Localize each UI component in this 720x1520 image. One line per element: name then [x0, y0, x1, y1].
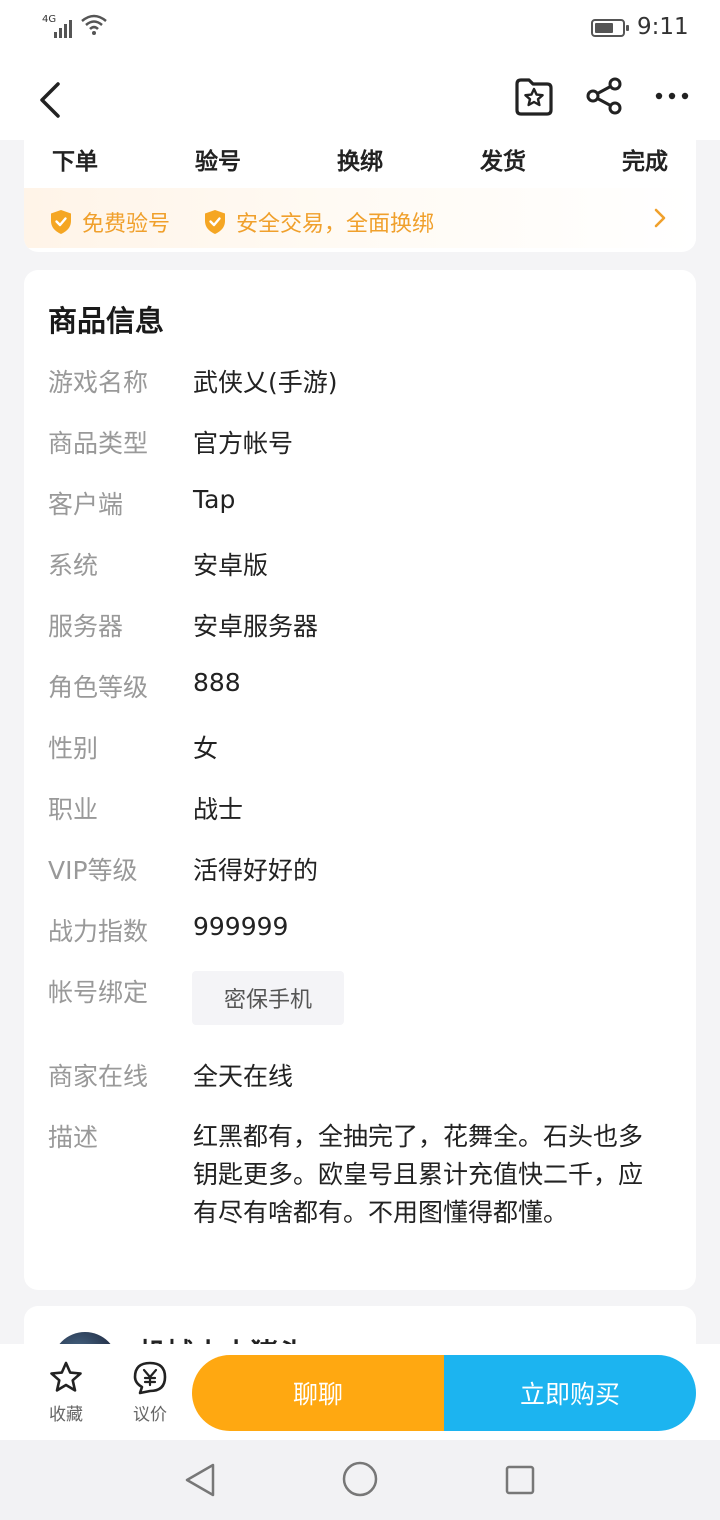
client-value: Tap	[193, 485, 236, 514]
signal-bars-icon	[54, 18, 72, 38]
vip-level-value: 活得好好的	[193, 856, 319, 885]
profession-label: 职业	[48, 795, 99, 824]
shield-check-icon	[205, 210, 225, 234]
more-dots-icon[interactable]	[652, 84, 692, 108]
profession-value: 战士	[193, 795, 244, 824]
power-index-value: 999999	[193, 912, 289, 941]
guarantee-free-verify-label: 免费验号	[82, 212, 171, 237]
system-label: 系统	[48, 551, 99, 580]
battery-icon	[591, 19, 629, 37]
product-type-value: 官方帐号	[193, 429, 294, 458]
server-value: 安卓服务器	[193, 612, 319, 641]
system-nav-bar	[0, 1440, 720, 1520]
shield-check-icon	[51, 210, 71, 234]
star-icon	[50, 1361, 82, 1392]
client-label: 客户端	[48, 490, 124, 519]
section-title: 商品信息	[48, 304, 165, 338]
chat-button[interactable]: 聊聊	[192, 1355, 444, 1431]
description-text: 红黑都有，全抽完了，花舞全。石头也多钥匙更多。欧皇号且累计充值快二千，应有尽有啥…	[193, 1122, 644, 1227]
account-binding-label: 帐号绑定	[48, 978, 149, 1007]
buy-now-button[interactable]: 立即购买	[444, 1355, 696, 1431]
bottom-action-bar: 收藏 议价 聊聊 立即购买	[0, 1344, 720, 1440]
star-folder-icon[interactable]	[512, 74, 556, 118]
vip-level-label: VIP等级	[48, 856, 138, 885]
role-level-value: 888	[193, 668, 241, 697]
merchant-online-label: 商家在线	[48, 1062, 149, 1091]
share-icon[interactable]	[584, 76, 624, 116]
guarantee-free-verify: 免费验号	[50, 206, 170, 238]
status-bar: 4G 9:11	[0, 0, 720, 56]
gender-label: 性别	[48, 734, 99, 763]
step-rebind: 换绑	[337, 149, 383, 175]
system-value: 安卓版	[193, 551, 269, 580]
process-steps: 下单 验号 换绑 发货 完成	[24, 140, 696, 186]
guarantee-banner[interactable]: 免费验号 安全交易，全面换绑	[24, 188, 696, 248]
system-recent-apps-icon[interactable]	[505, 1465, 535, 1495]
step-order: 下单	[52, 149, 98, 175]
power-index-label: 战力指数	[48, 917, 149, 946]
merchant-online-value: 全天在线	[193, 1062, 294, 1091]
server-label: 服务器	[48, 612, 124, 641]
chevron-right-icon[interactable]	[650, 206, 670, 230]
game-name-value: 武侠乂(手游)	[193, 368, 338, 397]
favorite-button[interactable]: 收藏	[36, 1360, 96, 1425]
step-complete: 完成	[622, 149, 668, 175]
system-home-icon[interactable]	[341, 1460, 379, 1498]
guarantee-safe-trade: 安全交易，全面换绑	[204, 206, 434, 238]
bargain-button[interactable]: 议价	[120, 1360, 180, 1425]
product-type-label: 商品类型	[48, 429, 149, 458]
bargain-label: 议价	[133, 1405, 167, 1425]
step-deliver: 发货	[480, 149, 526, 175]
back-chevron-icon[interactable]	[30, 78, 70, 122]
favorite-label: 收藏	[49, 1405, 83, 1425]
clock: 9:11	[637, 14, 689, 40]
gender-value: 女	[193, 734, 219, 763]
system-back-icon[interactable]	[183, 1462, 217, 1498]
product-info-card: 商品信息 游戏名称 武侠乂(手游) 商品类型 官方帐号 客户端 Tap 系统 安…	[24, 270, 696, 1290]
top-nav-bar	[0, 56, 720, 140]
trade-process-card: 下单 验号 换绑 发货 完成 免费验号 安全交易，全面换绑	[24, 140, 696, 252]
description-label: 描述	[48, 1123, 99, 1152]
security-phone-tag: 密保手机	[192, 971, 344, 1025]
guarantee-safe-trade-label: 安全交易，全面换绑	[236, 212, 435, 237]
wifi-icon	[81, 14, 107, 35]
yen-chat-icon	[133, 1361, 167, 1395]
game-name-label: 游戏名称	[48, 368, 149, 397]
role-level-label: 角色等级	[48, 673, 149, 702]
step-verify: 验号	[195, 149, 241, 175]
